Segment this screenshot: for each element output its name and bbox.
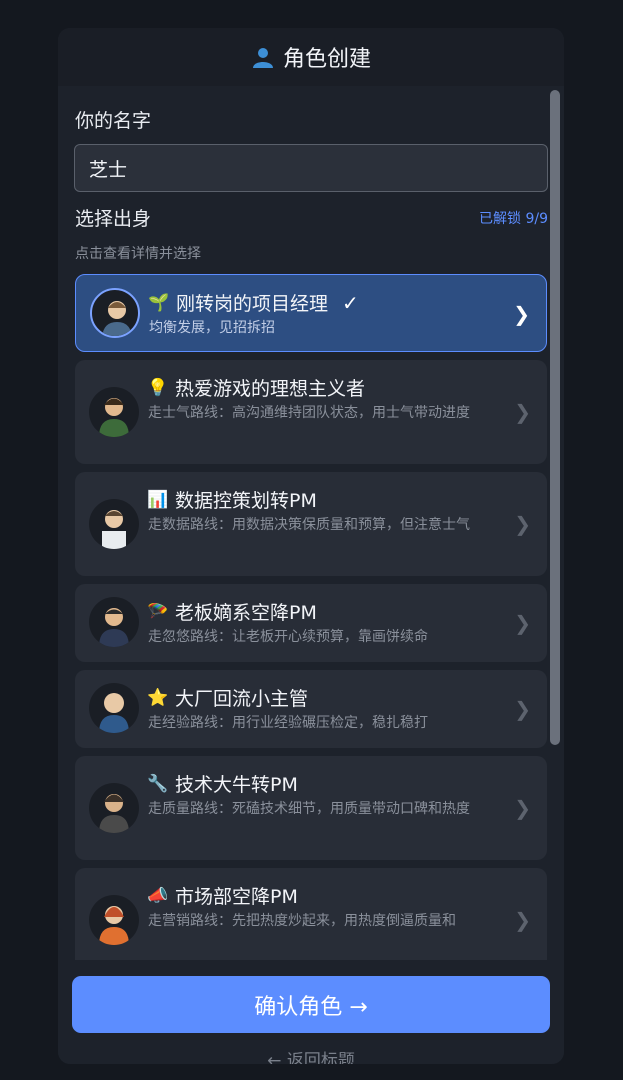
footer: 确认角色 → ← 返回标题 [58,960,564,1064]
card-desc: 走忽悠路线：让老板开心续预算，靠画饼续命 [148,629,428,645]
origin-card-big-company[interactable]: ⭐ 大厂回流小主管 走经验路线：用行业经验碾压检定，稳扎稳打 ❯ [75,670,547,748]
origin-hint: 点击查看详情并选择 [75,246,201,262]
card-title: 🔧 技术大牛转PM [147,773,298,797]
star-icon: ⭐ [147,687,169,708]
chevron-right-icon: ❯ [514,908,531,932]
name-label: 你的名字 [75,110,152,132]
avatar [89,783,139,833]
confirm-button[interactable]: 确认角色 → [72,976,550,1033]
card-desc: 走经验路线：用行业经验碾压检定，稳扎稳打 [148,715,428,731]
chevron-right-icon: ❯ [514,512,531,536]
card-desc: 走营销路线：先把热度炒起来，用热度倒逼质量和 [148,913,456,929]
card-title: 📣 市场部空降PM [147,885,298,909]
avatar [89,499,139,549]
avatar [89,387,139,437]
chevron-right-icon: ❯ [514,400,531,424]
megaphone-icon: 📣 [147,885,169,906]
lightbulb-icon: 💡 [147,377,169,398]
origin-card-tech-expert[interactable]: 🔧 技术大牛转PM 走质量路线：死磕技术细节，用质量带动口碑和热度 ❯ [75,756,547,860]
origin-card-project-manager[interactable]: 🌱 刚转岗的项目经理 ✓ 均衡发展，见招拆招 ❯ [75,274,547,352]
card-title: ⭐ 大厂回流小主管 [147,687,309,711]
character-creation-panel: 角色创建 你的名字 选择出身 已解锁 9/9 点击查看详情并选择 🌱 刚转岗的项… [58,28,564,1064]
avatar [89,597,139,647]
origin-card-data-planner[interactable]: 📊 数据控策划转PM 走数据路线：用数据决策保质量和预算，但注意士气 ❯ [75,472,547,576]
scroll-area[interactable]: 你的名字 选择出身 已解锁 9/9 点击查看详情并选择 🌱 刚转岗的项目经理 ✓… [58,86,564,960]
origin-card-boss-favorite[interactable]: 🪂 老板嫡系空降PM 走忽悠路线：让老板开心续预算，靠画饼续命 ❯ [75,584,547,662]
card-title: 🪂 老板嫡系空降PM [147,601,317,625]
chevron-right-icon: ❯ [514,796,531,820]
origin-card-idealist[interactable]: 💡 热爱游戏的理想主义者 走士气路线：高沟通维持团队状态，用士气带动进度 ❯ [75,360,547,464]
page-title: 角色创建 [282,47,371,72]
origin-label: 选择出身 [75,208,152,230]
sprout-icon: 🌱 [148,292,170,313]
back-to-title-link[interactable]: ← 返回标题 [58,1046,564,1064]
scrollbar-thumb[interactable] [550,90,560,745]
check-icon: ✓ [342,290,359,315]
parachute-icon: 🪂 [147,601,169,622]
avatar [89,895,139,945]
person-icon [252,48,273,68]
card-desc: 走士气路线：高沟通维持团队状态，用士气带动进度 [148,405,470,421]
card-title: 🌱 刚转岗的项目经理 ✓ [148,290,359,316]
scrollbar[interactable] [550,90,560,960]
chevron-right-icon: ❯ [514,697,531,721]
avatar [89,683,139,733]
unlock-badge: 已解锁 9/9 [479,211,548,227]
origin-card-marketing[interactable]: 📣 市场部空降PM 走营销路线：先把热度炒起来，用热度倒逼质量和 ❯ [75,868,547,960]
panel-header: 角色创建 [58,28,564,86]
name-input[interactable] [74,144,548,192]
bar-chart-icon: 📊 [147,489,169,510]
card-title: 💡 热爱游戏的理想主义者 [147,377,366,401]
avatar [90,288,140,338]
card-desc: 走数据路线：用数据决策保质量和预算，但注意士气 [148,517,470,533]
card-title: 📊 数据控策划转PM [147,489,317,513]
card-desc: 走质量路线：死磕技术细节，用质量带动口碑和热度 [148,801,470,817]
chevron-right-icon: ❯ [514,611,531,635]
card-desc: 均衡发展，见招拆招 [149,320,275,336]
wrench-icon: 🔧 [147,773,169,794]
chevron-right-icon: ❯ [513,302,530,326]
